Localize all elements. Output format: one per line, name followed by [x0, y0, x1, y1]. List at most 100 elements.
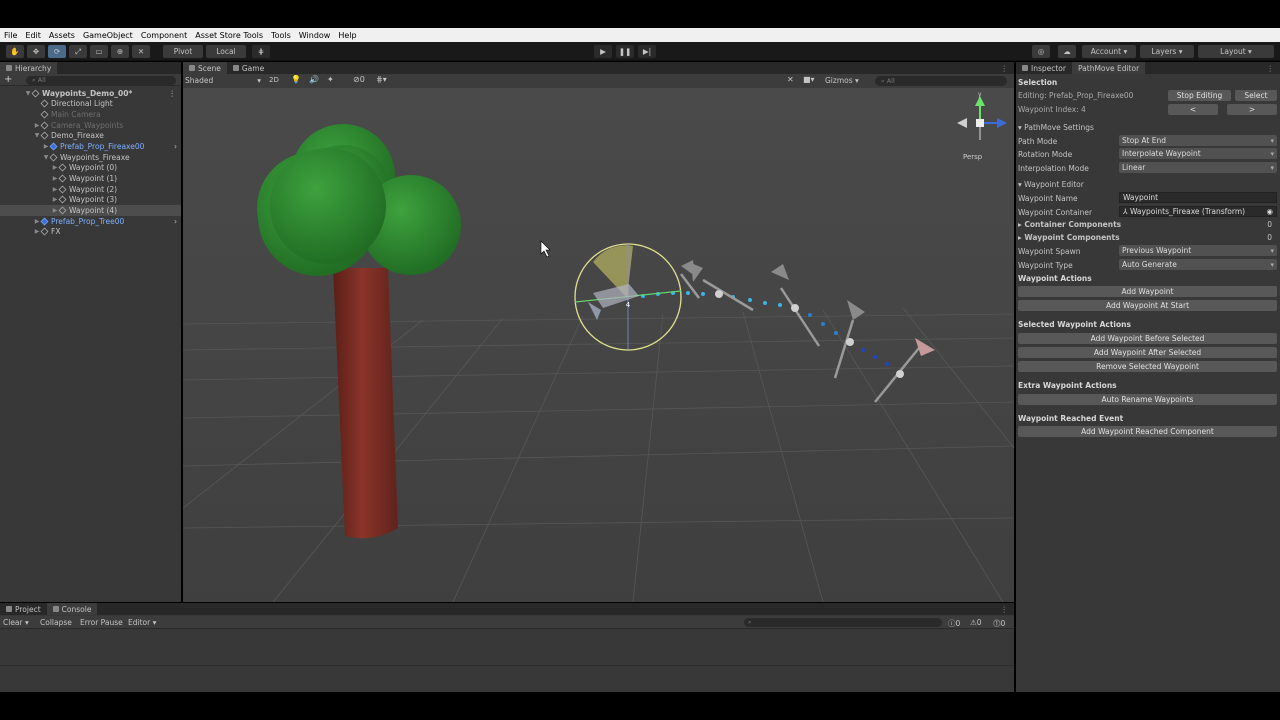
waypoint-container-field[interactable]: ⅄ Waypoints_Fireaxe (Transform) ◉: [1119, 206, 1277, 217]
menu-component[interactable]: Component: [141, 31, 187, 40]
hierarchy-row[interactable]: ▶ FX: [0, 226, 181, 237]
collab-icon[interactable]: ◎: [1032, 45, 1050, 58]
transform-tool-icon[interactable]: ⊕: [111, 45, 129, 58]
object-picker-icon[interactable]: ◉: [1266, 207, 1273, 216]
console-log-area[interactable]: [0, 630, 1014, 666]
lighting-icon[interactable]: 💡: [291, 75, 301, 84]
tab-hierarchy[interactable]: Hierarchy: [0, 62, 58, 74]
hierarchy-row[interactable]: ▶ Waypoint (1): [0, 173, 181, 184]
menu-tools[interactable]: Tools: [271, 31, 291, 40]
rotation-mode-dropdown[interactable]: Interpolate Waypoint: [1119, 148, 1277, 159]
gizmos-dropdown[interactable]: Gizmos ▾: [825, 76, 859, 85]
hierarchy-row[interactable]: ▶ Camera_Waypoints: [0, 120, 181, 131]
warning-count-toggle[interactable]: ⚠0: [970, 618, 982, 627]
tab-pathmove-editor[interactable]: PathMove Editor: [1071, 62, 1146, 74]
scene-menu-icon[interactable]: ⋮: [995, 62, 1015, 74]
camera-icon[interactable]: ■▾: [803, 75, 815, 84]
add-waypoint-after-selected-button[interactable]: Add Waypoint After Selected: [1018, 347, 1277, 358]
hierarchy-row[interactable]: ▼ Waypoints_Demo_00* ⋮: [0, 88, 181, 99]
tab-game[interactable]: Game: [227, 62, 270, 74]
scene-search-input[interactable]: ⌕ All: [875, 76, 1007, 86]
pivot-toggle[interactable]: Pivot: [163, 45, 203, 58]
mode-2d-button[interactable]: 2D: [269, 76, 279, 84]
waypoint-name-input[interactable]: Waypoint: [1119, 192, 1277, 203]
hierarchy-row[interactable]: Main Camera: [0, 109, 181, 120]
menu-edit[interactable]: Edit: [25, 31, 41, 40]
tab-scene[interactable]: Scene: [183, 62, 227, 74]
layers-dropdown[interactable]: Layers ▾: [1140, 45, 1194, 58]
rect-tool-icon[interactable]: ▭: [90, 45, 108, 58]
menu-help[interactable]: Help: [338, 31, 356, 40]
play-button[interactable]: ▶: [594, 45, 612, 58]
effects-icon[interactable]: ✦: [327, 75, 334, 84]
scene-options-icon[interactable]: ⋮: [169, 89, 177, 98]
waypoint-spawn-dropdown[interactable]: Previous Waypoint: [1119, 245, 1277, 256]
console-menu-icon[interactable]: ⋮: [995, 603, 1015, 615]
pause-button[interactable]: ❚❚: [616, 45, 634, 58]
error-count-toggle[interactable]: ⓵0: [993, 618, 1005, 629]
collapse-arrow-icon[interactable]: ▶: [51, 196, 59, 203]
local-toggle[interactable]: Local: [206, 45, 246, 58]
error-pause-toggle[interactable]: Error Pause: [80, 618, 123, 627]
expand-arrow-icon[interactable]: ▼: [33, 132, 41, 139]
account-dropdown[interactable]: Account ▾: [1082, 45, 1136, 58]
menu-assets[interactable]: Assets: [49, 31, 75, 40]
hierarchy-row[interactable]: ▶ Prefab_Prop_Tree00 ›: [0, 216, 181, 227]
hand-tool-icon[interactable]: ✋: [6, 45, 24, 58]
container-components-foldout[interactable]: ▸ Container Components 0: [1018, 220, 1276, 229]
rotate-tool-icon[interactable]: ⟳: [48, 45, 66, 58]
scale-tool-icon[interactable]: ⤢: [69, 45, 87, 58]
menu-gameobject[interactable]: GameObject: [83, 31, 133, 40]
hidden-objects-icon[interactable]: ⊘0: [353, 75, 365, 84]
prefab-open-icon[interactable]: ›: [174, 217, 177, 226]
prefab-open-icon[interactable]: ›: [174, 142, 177, 151]
custom-tool-icon[interactable]: ✕: [132, 45, 150, 58]
console-search-input[interactable]: ⌕: [744, 618, 942, 627]
pathmove-settings-foldout[interactable]: ▾ PathMove Settings: [1018, 123, 1094, 132]
hierarchy-search-input[interactable]: ⌕ All: [26, 76, 176, 85]
add-waypoint-button[interactable]: Add Waypoint: [1018, 286, 1277, 297]
waypoint-type-dropdown[interactable]: Auto Generate: [1119, 259, 1277, 270]
clear-button[interactable]: Clear ▾: [3, 618, 29, 627]
stop-editing-button[interactable]: Stop Editing: [1168, 90, 1231, 101]
add-waypoint-at-start-button[interactable]: Add Waypoint At Start: [1018, 300, 1277, 311]
add-waypoint-reached-component-button[interactable]: Add Waypoint Reached Component: [1018, 426, 1277, 437]
hierarchy-row[interactable]: ▶ Waypoint (4): [0, 205, 181, 216]
add-waypoint-before-selected-button[interactable]: Add Waypoint Before Selected: [1018, 333, 1277, 344]
interpolation-mode-dropdown[interactable]: Linear: [1119, 162, 1277, 173]
tab-console[interactable]: Console: [46, 603, 98, 615]
prev-waypoint-button[interactable]: <: [1168, 104, 1218, 115]
select-button[interactable]: Select: [1235, 90, 1277, 101]
waypoint-components-foldout[interactable]: ▸ Waypoint Components 0: [1018, 233, 1276, 242]
hierarchy-row[interactable]: ▼ Waypoints_Fireaxe: [0, 152, 181, 163]
tools-icon[interactable]: ✕: [787, 75, 794, 84]
inspector-menu-icon[interactable]: ⋮: [1261, 62, 1280, 74]
auto-rename-waypoints-button[interactable]: Auto Rename Waypoints: [1018, 394, 1277, 405]
info-count-toggle[interactable]: ⓘ0: [948, 618, 960, 629]
waypoint-editor-foldout[interactable]: ▾ Waypoint Editor: [1018, 180, 1084, 189]
grid-snap-icon[interactable]: ⋕: [252, 45, 270, 58]
add-object-button[interactable]: +: [4, 74, 12, 85]
hierarchy-row[interactable]: ▶ Waypoint (3): [0, 195, 181, 206]
shading-dropdown[interactable]: Shaded ▾: [185, 76, 261, 86]
menu-window[interactable]: Window: [299, 31, 331, 40]
hierarchy-row[interactable]: ▶ Waypoint (2): [0, 184, 181, 195]
menu-asset-store-tools[interactable]: Asset Store Tools: [195, 31, 263, 40]
cloud-icon[interactable]: ☁: [1058, 45, 1076, 58]
grid-icon[interactable]: ⋕▾: [376, 75, 387, 84]
audio-icon[interactable]: 🔊: [309, 75, 319, 84]
editor-dropdown[interactable]: Editor ▾: [128, 618, 156, 627]
move-tool-icon[interactable]: ✥: [27, 45, 45, 58]
hierarchy-row[interactable]: ▶ Prefab_Prop_Fireaxe00 ›: [0, 141, 181, 152]
hierarchy-row[interactable]: Directional Light: [0, 99, 181, 110]
hierarchy-row[interactable]: ▶ Waypoint (0): [0, 163, 181, 174]
tab-inspector[interactable]: Inspector: [1016, 62, 1072, 74]
hierarchy-row[interactable]: ▼ Demo_Fireaxe: [0, 131, 181, 142]
menu-file[interactable]: File: [4, 31, 17, 40]
next-waypoint-button[interactable]: >: [1227, 104, 1277, 115]
collapse-toggle[interactable]: Collapse: [40, 618, 72, 627]
remove-selected-waypoint-button[interactable]: Remove Selected Waypoint: [1018, 361, 1277, 372]
scene-viewport[interactable]: 4 y Persp: [183, 88, 1014, 602]
layout-dropdown[interactable]: Layout ▾: [1198, 45, 1274, 58]
tab-project[interactable]: Project: [0, 603, 47, 615]
